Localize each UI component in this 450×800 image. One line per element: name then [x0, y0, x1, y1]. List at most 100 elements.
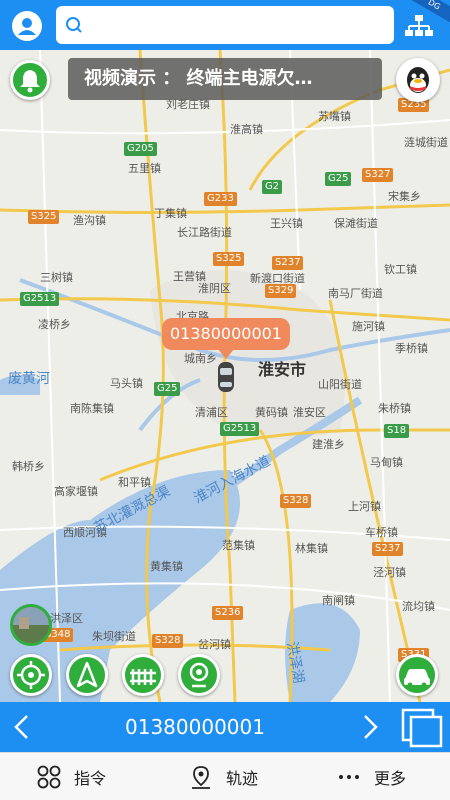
map-label: 泾河镇 [373, 566, 406, 579]
device-switcher-bar: 01380000001 [0, 702, 450, 752]
road-shield: G2513 [20, 292, 60, 306]
tab-command-label: 指令 [74, 769, 107, 788]
map-label: 淮阴区 [198, 282, 231, 295]
map-label: 淮安区 [293, 406, 326, 419]
road-shield: G25 [154, 382, 181, 396]
road-shield: G25 [325, 172, 352, 186]
road-shield: S327 [362, 168, 394, 182]
multi-window-icon[interactable] [400, 708, 444, 748]
tab-more-label: 更多 [374, 769, 407, 788]
tab-track[interactable]: 轨迹 [188, 753, 258, 800]
map-label: 洪泽区 [50, 612, 83, 625]
map-label: 高家堰镇 [54, 485, 98, 498]
map-label: 朱坝街道 [92, 630, 136, 643]
tab-track-label: 轨迹 [226, 769, 259, 788]
device-callout[interactable]: 01380000001 [162, 318, 290, 350]
road-shield: S236 [212, 606, 244, 620]
qq-icon [407, 67, 429, 93]
map-label: 马头镇 [110, 377, 143, 390]
map-label: 五里镇 [128, 162, 161, 175]
location-pin-icon [192, 766, 210, 789]
bell-icon [20, 70, 40, 93]
street-view-thumbnail[interactable] [10, 604, 52, 646]
map-label: 黄集镇 [150, 560, 183, 573]
camera-button[interactable] [178, 654, 220, 696]
more-dots-icon [339, 775, 359, 779]
road-shield: S328 [280, 494, 312, 508]
road-shield: G205 [124, 142, 157, 156]
road-shield: G233 [204, 192, 237, 206]
car-icon [404, 669, 430, 688]
crosshair-icon [17, 661, 45, 689]
road-shield: S18 [384, 424, 410, 438]
map-label: 和平镇 [118, 476, 151, 489]
geofence-button[interactable] [122, 654, 164, 696]
user-icon[interactable] [12, 11, 42, 41]
car-marker-icon[interactable] [216, 360, 236, 394]
fence-icon [130, 669, 156, 685]
vehicle-list-button[interactable] [396, 654, 438, 696]
map-label: 南陈集镇 [70, 402, 114, 415]
map-label: 清浦区 [195, 406, 228, 419]
callout-tail [218, 349, 234, 359]
locate-button[interactable] [10, 654, 52, 696]
device-id-label: 01380000001 [125, 715, 265, 739]
map-label: 山阳街道 [318, 378, 362, 391]
map-label: 渔沟镇 [73, 214, 106, 227]
map-label: 岔河镇 [198, 638, 231, 651]
map-label: 林集镇 [295, 542, 328, 555]
tab-command[interactable]: 指令 [36, 753, 106, 800]
road-shield: S325 [213, 252, 245, 266]
map-label: 车桥镇 [365, 526, 398, 539]
map-label: 三树镇 [40, 271, 73, 284]
map-label: 流均镇 [402, 600, 435, 613]
top-bar: DG [0, 0, 450, 50]
tab-more[interactable]: 更多 [336, 753, 406, 800]
map-label: 王兴镇 [270, 217, 303, 230]
map-label: 施河镇 [352, 320, 385, 333]
map-label: 朱桥镇 [378, 402, 411, 415]
map-label: 马甸镇 [370, 456, 403, 469]
road-shield: S325 [28, 210, 60, 224]
bottom-tab-bar: 指令 轨迹 更多 [0, 752, 450, 800]
map-label: 丁集镇 [154, 207, 187, 220]
map-label: 淮高镇 [230, 123, 263, 136]
alarm-marquee[interactable]: 视频演示 ： 终端主电源欠… [68, 58, 382, 100]
map-label: 南闸镇 [322, 594, 355, 607]
webcam-icon [189, 662, 209, 688]
water-label: 废黄河 [8, 371, 50, 387]
map-label: 涟城街道 [404, 136, 448, 149]
chevron-right-icon[interactable] [360, 714, 380, 740]
map-label: 凌桥乡 [38, 318, 71, 331]
qq-service-button[interactable] [396, 58, 440, 102]
map-label: 保滩街道 [334, 217, 378, 230]
map-label: 黄码镇 [255, 406, 288, 419]
chevron-left-icon[interactable] [12, 714, 32, 740]
map-label: 南马厂街道 [328, 287, 383, 300]
navigation-arrow-icon [76, 661, 98, 688]
road-shield: S328 [152, 634, 184, 648]
grid-icon [37, 765, 61, 789]
map-label: 上河镇 [348, 500, 381, 513]
road-shield: G2 [262, 180, 283, 194]
corner-badge: DG [404, 0, 450, 22]
alarm-bell-button[interactable] [10, 60, 50, 100]
map-label: 长江路街道 [177, 226, 232, 239]
navigation-button[interactable] [66, 654, 108, 696]
city-label: 淮安市 [258, 360, 307, 379]
road-shield: S237 [372, 542, 404, 556]
search-input[interactable] [88, 12, 388, 38]
map-label: 钦工镇 [384, 263, 417, 276]
map-label: 城南乡 [184, 352, 217, 365]
map-label: 宋集乡 [388, 190, 421, 203]
map-label: 韩桥乡 [12, 460, 45, 473]
search-box[interactable] [56, 6, 394, 44]
map-label: 范集镇 [222, 539, 255, 552]
road-shield: G2513 [220, 422, 260, 436]
map-label: 苏嘴镇 [318, 110, 351, 123]
road-shield: S329 [265, 284, 297, 298]
search-icon [66, 17, 82, 33]
road-shield: S237 [272, 256, 304, 270]
map-label: 建淮乡 [312, 438, 345, 451]
map-label: 季桥镇 [395, 342, 428, 355]
